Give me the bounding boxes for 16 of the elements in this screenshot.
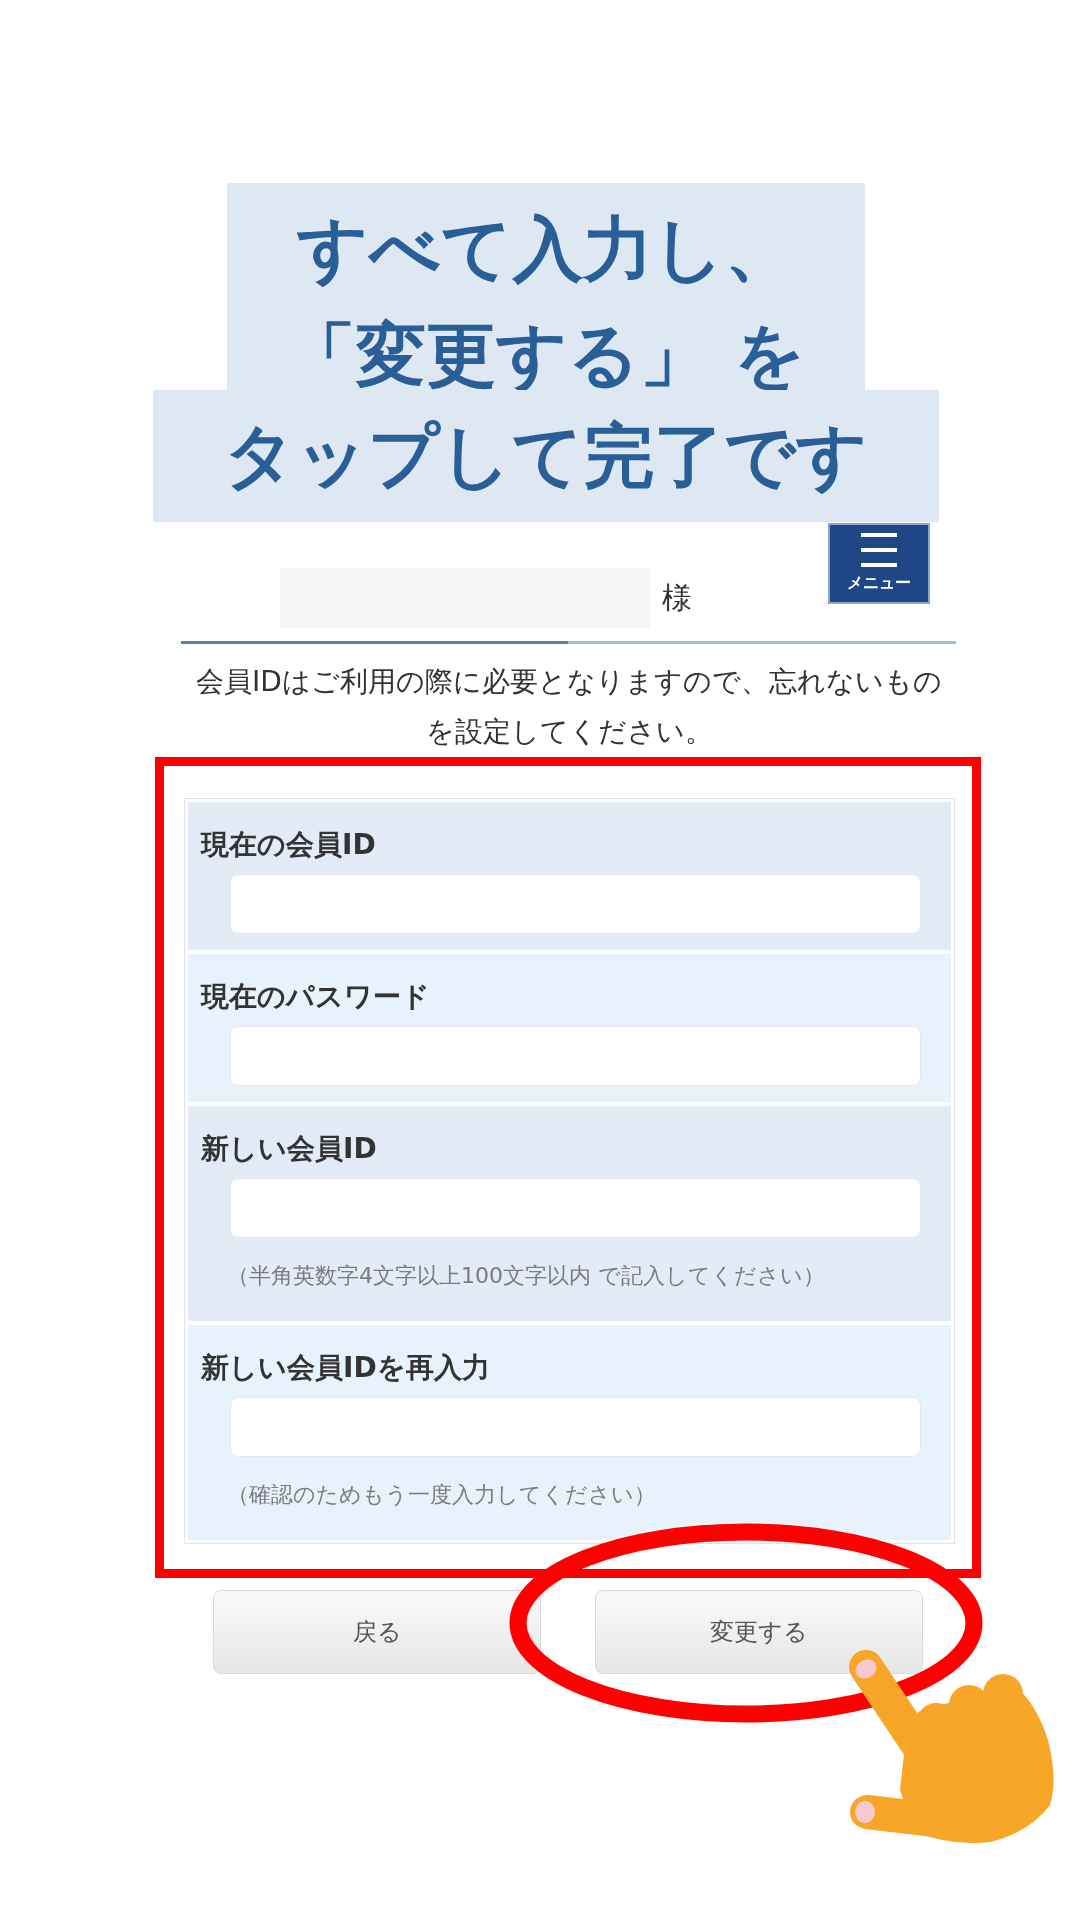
input-field[interactable]: [230, 874, 921, 934]
input-field[interactable]: [230, 1178, 921, 1238]
field-hint: （半角英数字4文字以上100文字以内 で記入してください）: [227, 1262, 826, 1290]
menu-button[interactable]: メニュー: [828, 523, 930, 604]
field-label: 新しい会員IDを再入力: [201, 1350, 491, 1386]
menu-icon: [861, 533, 897, 567]
field-label: 現在のパスワード: [201, 979, 431, 1015]
honorific-text: 様: [662, 579, 692, 617]
field-label: 新しい会員ID: [201, 1131, 378, 1167]
input-field[interactable]: [230, 1026, 921, 1086]
field-label: 現在の会員ID: [201, 827, 377, 863]
submit-button[interactable]: 変更する: [595, 1590, 923, 1674]
intro-text: 会員IDはご利用の際に必要となりますので、忘れないものを設定してください。: [195, 664, 943, 750]
field-hint: （確認のためもう一度入力してください）: [227, 1481, 657, 1509]
input-field[interactable]: [230, 1397, 921, 1457]
back-button[interactable]: 戻る: [213, 1590, 541, 1674]
